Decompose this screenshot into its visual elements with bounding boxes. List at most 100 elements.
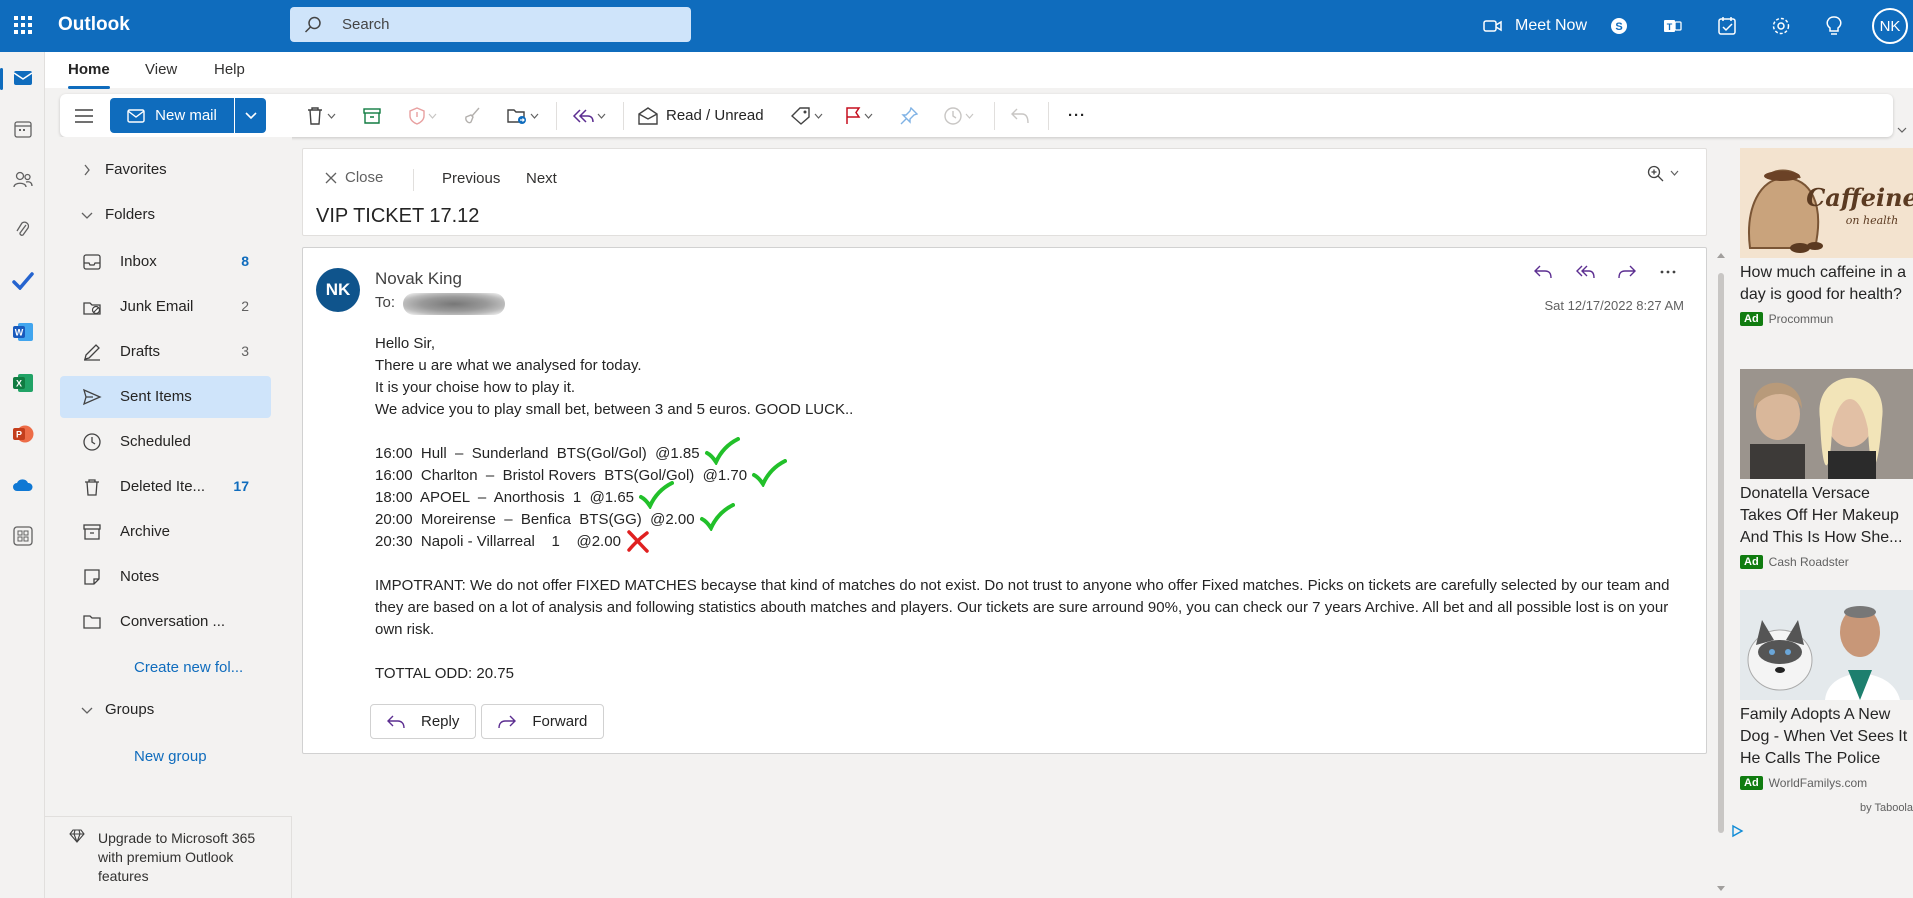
to-label: To: bbox=[375, 294, 396, 311]
snooze-button[interactable] bbox=[944, 94, 974, 137]
attachment-icon[interactable] bbox=[11, 218, 35, 242]
flag-button[interactable] bbox=[845, 94, 873, 137]
upgrade-banner[interactable]: Upgrade to Microsoft 365 with premium Ou… bbox=[45, 816, 292, 898]
cross-icon bbox=[625, 530, 661, 553]
ad-card[interactable]: Caffeine on health How much caffeine in a… bbox=[1740, 148, 1913, 326]
forward-icon[interactable] bbox=[1617, 264, 1637, 280]
word-icon[interactable]: W bbox=[11, 320, 35, 344]
ad-title[interactable]: Family Adopts A New Dog - When Vet Sees … bbox=[1740, 704, 1913, 770]
tab-view[interactable]: View bbox=[145, 61, 177, 78]
ad-image-text: Caffeine bbox=[1806, 183, 1913, 212]
more-options-icon[interactable]: ··· bbox=[1068, 94, 1086, 137]
folder-conversation-history[interactable]: Conversation ... bbox=[60, 601, 271, 643]
folder-scheduled[interactable]: Scheduled bbox=[60, 421, 271, 463]
mail-icon[interactable] bbox=[11, 66, 35, 90]
settings-gear-icon[interactable] bbox=[1770, 0, 1792, 52]
scrollbar-thumb[interactable] bbox=[1718, 273, 1724, 833]
app-launcher-icon[interactable] bbox=[12, 14, 34, 36]
new-mail-button[interactable]: New mail bbox=[110, 98, 234, 133]
trash-icon bbox=[308, 106, 322, 125]
skype-icon[interactable]: S bbox=[1608, 0, 1630, 52]
move-to-button[interactable] bbox=[507, 94, 539, 137]
pick-text: 20:30 Napoli - Villarreal 1 @2.00 bbox=[375, 533, 621, 550]
search-input[interactable]: Search bbox=[290, 7, 691, 42]
reply-all-icon[interactable] bbox=[1575, 264, 1595, 280]
reply-all-button[interactable] bbox=[572, 94, 606, 137]
message-card: NK Novak King To: Sat 12/17/2022 8:27 AM… bbox=[302, 247, 1707, 754]
new-mail-dropdown[interactable] bbox=[235, 98, 266, 133]
ad-title[interactable]: Donatella Versace Takes Off Her Makeup A… bbox=[1740, 483, 1913, 549]
upgrade-text: Upgrade to Microsoft 365 with premium Ou… bbox=[98, 830, 256, 884]
calendar-icon[interactable] bbox=[11, 117, 35, 141]
read-unread-button[interactable]: Read / Unread bbox=[638, 94, 764, 137]
favorites-header[interactable]: Favorites bbox=[84, 161, 167, 178]
chevron-down-icon bbox=[530, 113, 539, 119]
reply-all-icon bbox=[572, 108, 594, 123]
next-button[interactable]: Next bbox=[526, 170, 557, 187]
taboola-attribution[interactable]: by Taboola bbox=[1860, 802, 1913, 814]
chevron-down-icon bbox=[965, 113, 974, 119]
pin-button[interactable] bbox=[900, 94, 918, 137]
create-new-folder-link[interactable]: Create new fol... bbox=[134, 659, 243, 676]
folders-header[interactable]: Folders bbox=[81, 206, 155, 223]
tab-home[interactable]: Home bbox=[68, 61, 110, 89]
ad-image-portrait bbox=[1740, 369, 1913, 479]
more-apps-icon[interactable] bbox=[11, 524, 35, 548]
folder-sent-items[interactable]: Sent Items bbox=[60, 376, 271, 418]
reading-scrollbar[interactable] bbox=[1716, 248, 1726, 896]
ad-title[interactable]: How much caffeine in a day is good for h… bbox=[1740, 262, 1913, 306]
ad-badge: Ad bbox=[1740, 555, 1763, 569]
onedrive-icon[interactable] bbox=[11, 473, 35, 497]
user-avatar[interactable]: NK bbox=[1872, 8, 1908, 44]
lightbulb-icon[interactable] bbox=[1823, 0, 1845, 52]
folder-deleted-items[interactable]: Deleted Ite... 17 bbox=[60, 466, 271, 508]
search-placeholder: Search bbox=[342, 16, 390, 33]
folder-inbox[interactable]: Inbox 8 bbox=[60, 241, 271, 283]
body-line: It is your choise how to play it. bbox=[375, 379, 576, 396]
zoom-button[interactable] bbox=[1647, 165, 1681, 188]
my-day-icon[interactable] bbox=[1716, 0, 1738, 52]
teams-icon[interactable]: T bbox=[1662, 0, 1684, 52]
folder-notes[interactable]: Notes bbox=[60, 556, 271, 598]
hamburger-menu-icon[interactable] bbox=[75, 94, 93, 137]
groups-header[interactable]: Groups bbox=[81, 701, 154, 718]
app-title[interactable]: Outlook bbox=[58, 14, 130, 36]
close-button[interactable]: Close bbox=[325, 169, 383, 186]
tab-help[interactable]: Help bbox=[214, 61, 245, 78]
reply-button[interactable]: Reply bbox=[370, 704, 477, 739]
forward-button[interactable]: Forward bbox=[481, 704, 605, 739]
folder-drafts[interactable]: Drafts 3 bbox=[60, 331, 271, 373]
scroll-down-icon[interactable] bbox=[1717, 886, 1725, 892]
new-group-link[interactable]: New group bbox=[134, 748, 207, 765]
folder-archive[interactable]: Archive bbox=[60, 511, 271, 553]
folder-junk-email[interactable]: Junk Email 2 bbox=[60, 286, 271, 328]
greeting: Hello Sir, bbox=[375, 335, 436, 352]
sweep-button[interactable] bbox=[463, 94, 481, 137]
meet-now-label: Meet Now bbox=[1514, 17, 1588, 34]
sender-avatar[interactable]: NK bbox=[316, 268, 360, 312]
people-icon[interactable] bbox=[11, 167, 35, 191]
chevron-down-icon bbox=[81, 212, 93, 219]
ribbon-expand-icon[interactable] bbox=[1897, 120, 1907, 138]
more-actions-icon[interactable] bbox=[1659, 264, 1677, 280]
ad-card[interactable]: Donatella Versace Takes Off Her Makeup A… bbox=[1740, 369, 1913, 569]
categorize-button[interactable] bbox=[791, 94, 823, 137]
reply-icon[interactable] bbox=[1533, 264, 1553, 280]
sender-name[interactable]: Novak King bbox=[375, 269, 462, 289]
previous-button[interactable]: Previous bbox=[442, 170, 500, 187]
app-rail: W X P bbox=[0, 52, 45, 898]
checkmark-icon bbox=[699, 503, 735, 531]
excel-icon[interactable]: X bbox=[11, 371, 35, 395]
archive-button[interactable] bbox=[363, 94, 381, 137]
message-body: Hello Sir, There u are what we analysed … bbox=[375, 333, 1685, 685]
ad-card[interactable]: Family Adopts A New Dog - When Vet Sees … bbox=[1740, 590, 1913, 790]
todo-icon[interactable] bbox=[11, 269, 35, 293]
scroll-up-icon[interactable] bbox=[1717, 252, 1725, 258]
meet-now-button[interactable]: Meet Now bbox=[1460, 0, 1610, 52]
report-button[interactable] bbox=[409, 94, 437, 137]
menu-tabs: Home View Help bbox=[45, 52, 1913, 89]
powerpoint-icon[interactable]: P bbox=[11, 422, 35, 446]
adchoices-icon[interactable] bbox=[1730, 824, 1744, 843]
undo-button[interactable] bbox=[1011, 94, 1029, 137]
delete-button[interactable] bbox=[306, 94, 336, 137]
